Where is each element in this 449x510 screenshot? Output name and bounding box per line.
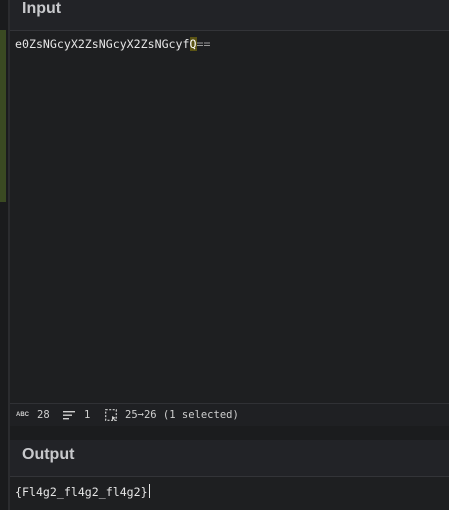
gutter-marker [0,30,6,202]
output-header: Output [10,440,449,477]
char-count-stat: ABC 28 [16,409,50,421]
output-text: {Fl4g2_fl4g2_fl4g2} [15,485,148,499]
cyberchef-io-panel: Input e0ZsNGcyX2ZsNGcyX2ZsNGcyfQ== ABC 2… [0,0,449,510]
input-text-selected: Q [189,37,197,51]
lines-icon [63,411,75,420]
panel-divider[interactable] [10,426,449,440]
char-count: 28 [37,409,50,421]
input-status-bar: ABC 28 1 25➞26 (1 selected) [10,403,449,427]
input-text[interactable]: e0ZsNGcyX2ZsNGcyX2ZsNGcyfQ== [15,37,210,51]
line-count-stat: 1 [63,409,90,421]
line-count: 1 [84,409,91,421]
text-cursor [148,484,150,498]
abc-icon: ABC [16,412,29,418]
input-text-after: == [196,37,211,51]
input-title: Input [22,0,62,17]
output-title: Output [22,446,75,463]
input-editor[interactable]: e0ZsNGcyX2ZsNGcyX2ZsNGcyfQ== [10,31,449,403]
output-text-line[interactable]: {Fl4g2_fl4g2_fl4g2} [15,484,150,499]
output-editor[interactable]: {Fl4g2_fl4g2_fl4g2} [10,477,449,510]
selection-stat: 25➞26 (1 selected) [105,409,239,421]
input-text-before: e0ZsNGcyX2ZsNGcyX2ZsNGcyf [15,37,190,51]
selection-icon [105,409,117,421]
selection-range: 25➞26 (1 selected) [125,409,239,421]
input-header: Input [10,0,449,31]
